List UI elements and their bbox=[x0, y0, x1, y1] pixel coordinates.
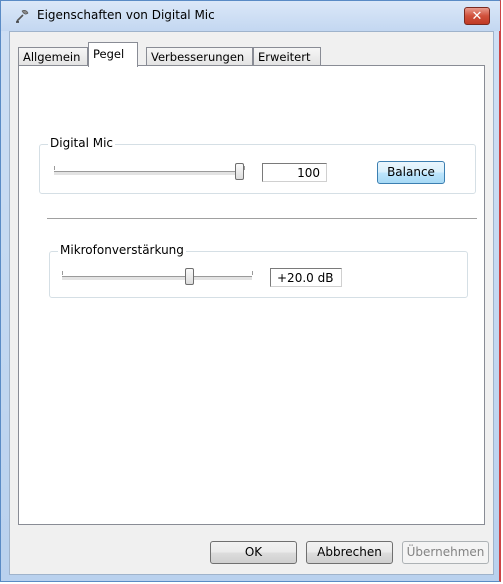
tab-pegel[interactable]: Pegel bbox=[88, 42, 138, 67]
boost-value-field[interactable]: +20.0 dB bbox=[270, 268, 342, 287]
microphone-icon bbox=[16, 10, 29, 23]
tab-erweitert[interactable]: Erweitert bbox=[253, 47, 321, 66]
level-slider-tick-min bbox=[54, 166, 55, 170]
boost-group-label: Mikrofonverstärkung bbox=[58, 243, 186, 257]
level-group-label: Digital Mic bbox=[48, 136, 116, 150]
level-group: Digital Mic 100 Balance bbox=[39, 136, 476, 194]
tab-verbesserungen[interactable]: Verbesserungen bbox=[146, 47, 253, 66]
boost-slider-track[interactable] bbox=[62, 276, 252, 281]
properties-window: Eigenschaften von Digital Mic ✕ Allgemei… bbox=[0, 0, 501, 582]
boost-group: Mikrofonverstärkung +20.0 dB bbox=[49, 243, 468, 298]
level-slider-tick-max bbox=[244, 166, 245, 170]
close-button[interactable]: ✕ bbox=[464, 7, 490, 25]
balance-button[interactable]: Balance bbox=[377, 161, 445, 184]
apply-button[interactable]: Übernehmen bbox=[402, 541, 489, 564]
boost-slider-tick-max bbox=[252, 271, 253, 275]
dialog-client-area: Allgemein Pegel Verbesserungen Erweitert… bbox=[9, 31, 494, 575]
tab-panel-pegel: Digital Mic 100 Balance Mikrofonverstärk… bbox=[18, 65, 485, 525]
boost-slider-thumb[interactable] bbox=[185, 268, 195, 285]
level-value-field[interactable]: 100 bbox=[262, 163, 327, 182]
cancel-button[interactable]: Abbrechen bbox=[306, 541, 393, 564]
level-slider-thumb[interactable] bbox=[235, 163, 244, 180]
close-icon: ✕ bbox=[471, 9, 483, 24]
section-separator bbox=[47, 218, 477, 220]
tab-allgemein[interactable]: Allgemein bbox=[18, 47, 88, 66]
boost-slider-tick-min bbox=[62, 271, 63, 275]
ok-button[interactable]: OK bbox=[210, 541, 297, 564]
level-slider-track[interactable] bbox=[54, 171, 244, 176]
window-title: Eigenschaften von Digital Mic bbox=[37, 8, 215, 22]
title-bar[interactable]: Eigenschaften von Digital Mic ✕ bbox=[1, 1, 500, 31]
